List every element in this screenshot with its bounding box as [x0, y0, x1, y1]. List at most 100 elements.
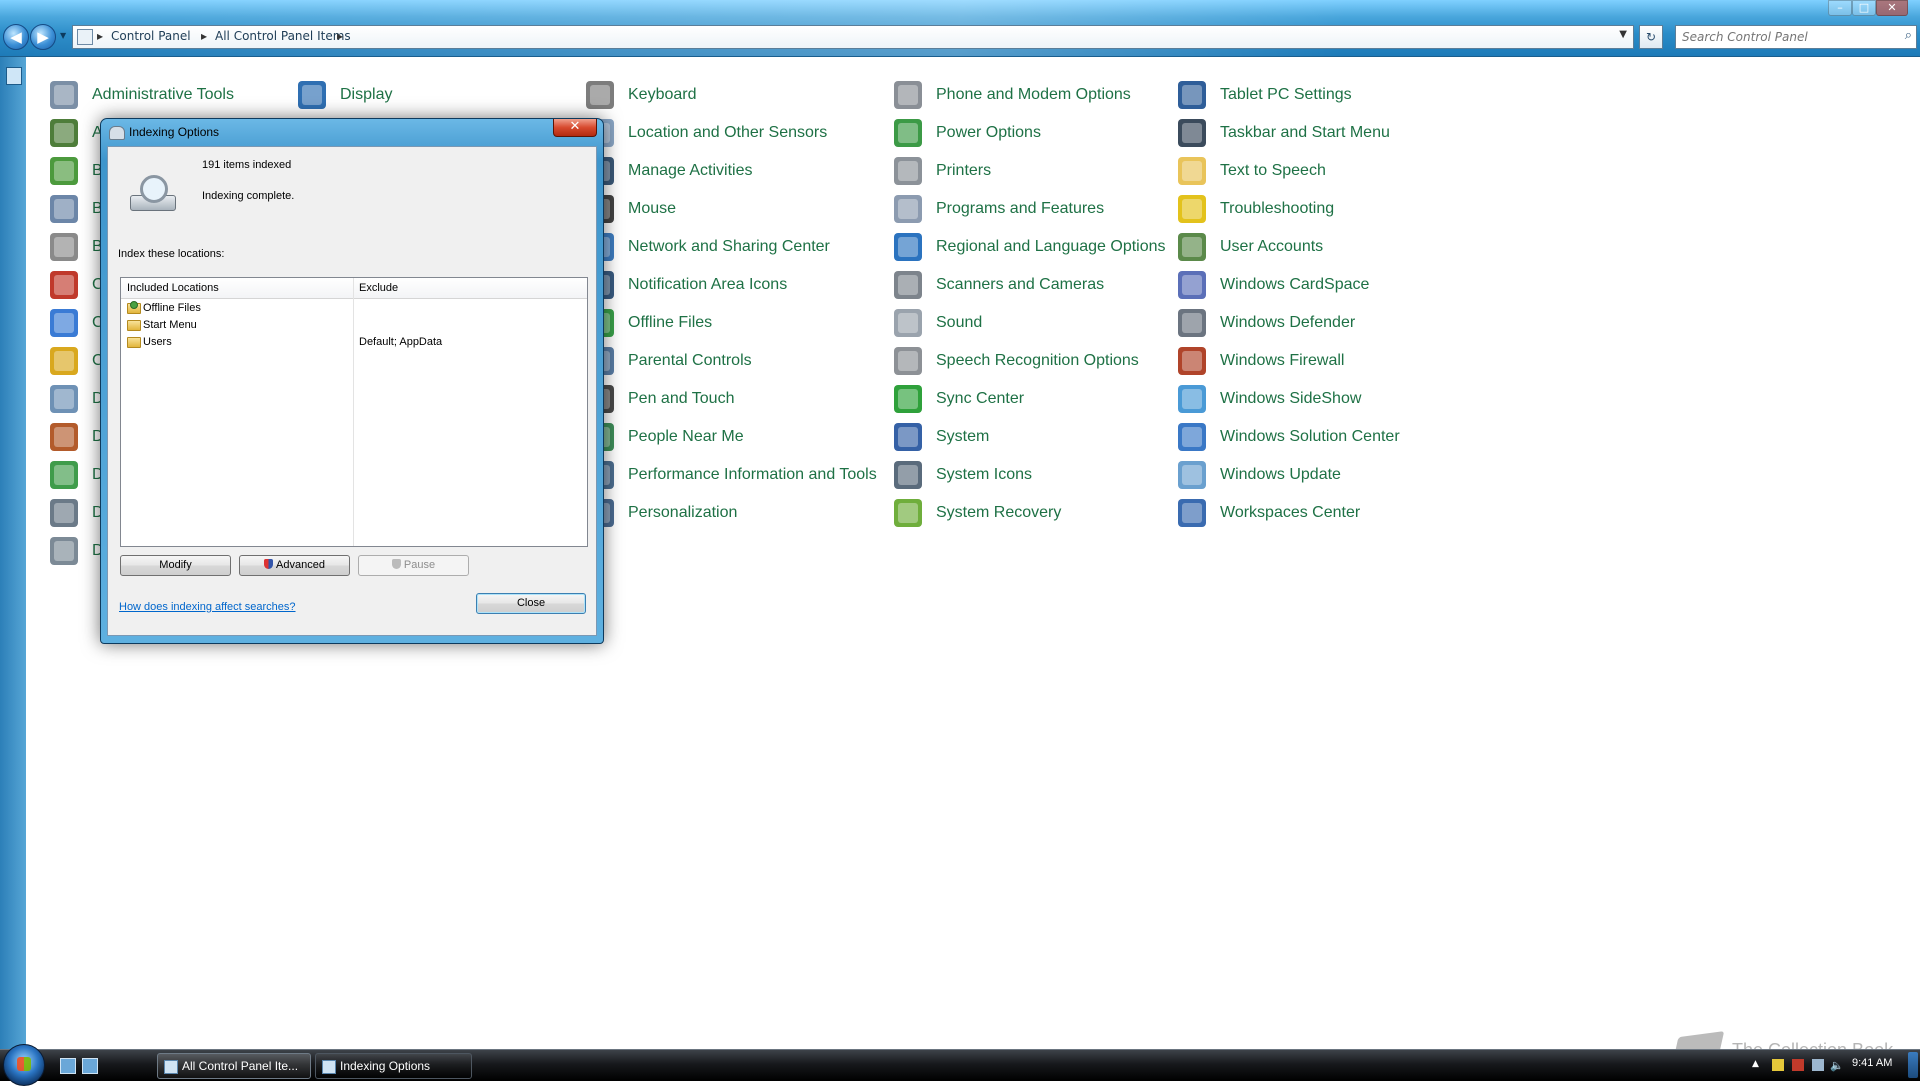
control-panel-item-label: System — [936, 428, 990, 445]
control-panel-item[interactable]: Taskbar and Start Menu — [1178, 118, 1390, 148]
breadcrumb-separator-icon[interactable]: ▸ — [97, 29, 103, 43]
forward-button[interactable]: ▶ — [30, 24, 56, 50]
control-panel-item[interactable]: D — [50, 422, 104, 452]
control-panel-item[interactable]: Parental Controls — [586, 346, 752, 376]
control-panel-item-label: Windows Update — [1220, 466, 1341, 483]
address-bar[interactable]: ▸ Control Panel ▸ All Control Panel Item… — [72, 25, 1634, 49]
control-panel-item[interactable]: Notification Area Icons — [586, 270, 787, 300]
control-panel-item[interactable]: Performance Information and Tools — [586, 460, 877, 490]
control-panel-item[interactable]: Tablet PC Settings — [1178, 80, 1352, 110]
control-panel-item[interactable]: People Near Me — [586, 422, 744, 452]
breadcrumb-separator-icon[interactable]: ▸ — [201, 29, 207, 43]
back-button[interactable]: ◀ — [3, 24, 29, 50]
control-panel-item[interactable]: Phone and Modem Options — [894, 80, 1131, 110]
control-panel-item[interactable]: Windows Firewall — [1178, 346, 1344, 376]
breadcrumb-separator-icon[interactable]: ▸ — [337, 29, 343, 43]
control-panel-item[interactable]: D — [50, 536, 104, 566]
show-desktop-quicklaunch-icon[interactable] — [60, 1058, 76, 1074]
list-item[interactable]: Offline Files — [121, 300, 587, 317]
minimize-button[interactable]: – — [1828, 0, 1852, 16]
volume-icon[interactable]: 🔈 — [1830, 1059, 1844, 1072]
control-panel-item[interactable]: Sync Center — [894, 384, 1024, 414]
show-desktop-button[interactable] — [1908, 1052, 1918, 1078]
control-panel-item[interactable]: D — [50, 460, 104, 490]
recent-pages-dropdown-icon[interactable]: ▼ — [60, 31, 66, 40]
clock[interactable]: 9:41 AM — [1852, 1057, 1892, 1069]
taskbar-button-indexing-options[interactable]: Indexing Options — [315, 1053, 472, 1079]
control-panel-item[interactable]: User Accounts — [1178, 232, 1323, 262]
control-panel-item[interactable]: Scanners and Cameras — [894, 270, 1104, 300]
breadcrumb-all-items[interactable]: All Control Panel Items — [215, 29, 351, 43]
control-panel-item-label: Tablet PC Settings — [1220, 86, 1352, 103]
control-panel-item[interactable]: Windows CardSpace — [1178, 270, 1369, 300]
control-panel-item[interactable]: B — [50, 156, 103, 186]
control-panel-item[interactable]: D — [50, 384, 104, 414]
control-panel-item[interactable]: Programs and Features — [894, 194, 1104, 224]
control-panel-item[interactable]: B — [50, 232, 103, 262]
control-panel-item[interactable]: Pen and Touch — [586, 384, 734, 414]
control-panel-item[interactable]: Offline Files — [586, 308, 712, 338]
refresh-button[interactable]: ↻ — [1639, 25, 1663, 49]
power-icon[interactable] — [1812, 1059, 1824, 1071]
list-item[interactable]: Users Default; AppData — [121, 334, 587, 351]
windows-firewall-icon — [1178, 347, 1206, 375]
taskbar-button-control-panel[interactable]: All Control Panel Ite... — [157, 1053, 311, 1079]
control-panel-item[interactable]: System Icons — [894, 460, 1032, 490]
modify-button[interactable]: Modify — [120, 555, 231, 576]
control-panel-item[interactable]: A — [50, 118, 103, 148]
dialog-close-button[interactable]: ✕ — [553, 119, 597, 137]
control-panel-item[interactable]: Windows Defender — [1178, 308, 1355, 338]
control-panel-item[interactable]: Text to Speech — [1178, 156, 1326, 186]
control-panel-item[interactable]: Personalization — [586, 498, 737, 528]
control-panel-item[interactable]: B — [50, 194, 103, 224]
system-icon — [894, 423, 922, 451]
control-panel-item[interactable]: C — [50, 346, 104, 376]
address-dropdown-icon[interactable]: ▼ — [1619, 29, 1627, 40]
control-panel-item[interactable]: Location and Other Sensors — [586, 118, 827, 148]
network-icon[interactable] — [1792, 1059, 1804, 1071]
control-panel-item[interactable]: Keyboard — [586, 80, 697, 110]
control-panel-item[interactable]: System — [894, 422, 989, 452]
maximize-button[interactable]: □ — [1852, 0, 1876, 16]
pane-toggle-icon[interactable] — [6, 67, 22, 85]
control-panel-item[interactable]: C — [50, 308, 104, 338]
devices-and-printers-icon — [50, 537, 78, 565]
column-exclude[interactable]: Exclude — [359, 282, 398, 294]
control-panel-item[interactable]: Speech Recognition Options — [894, 346, 1139, 376]
column-included-locations[interactable]: Included Locations — [127, 282, 219, 294]
control-panel-item[interactable]: System Recovery — [894, 498, 1061, 528]
pause-button[interactable]: Pause — [358, 555, 469, 576]
close-window-button[interactable]: ✕ — [1876, 0, 1908, 16]
search-icon[interactable]: ⌕ — [1905, 28, 1912, 43]
control-panel-item[interactable]: Display — [298, 80, 392, 110]
control-panel-item-label: Troubleshooting — [1220, 200, 1335, 217]
control-panel-item[interactable]: Windows Solution Center — [1178, 422, 1400, 452]
list-item[interactable]: Start Menu — [121, 317, 587, 334]
control-panel-item[interactable]: Manage Activities — [586, 156, 753, 186]
locations-list[interactable]: Included Locations Exclude Offline Files… — [120, 277, 588, 547]
indexing-help-link[interactable]: How does indexing affect searches? — [119, 601, 296, 613]
control-panel-item[interactable]: Network and Sharing Center — [586, 232, 830, 262]
control-panel-item-label: User Accounts — [1220, 238, 1324, 255]
switch-windows-quicklaunch-icon[interactable] — [82, 1058, 98, 1074]
close-button[interactable]: Close — [476, 593, 586, 614]
control-panel-item[interactable]: C — [50, 270, 104, 300]
control-panel-item[interactable]: Administrative Tools — [50, 80, 234, 110]
search-box[interactable]: ⌕ — [1675, 25, 1917, 49]
control-panel-item[interactable]: Windows Update — [1178, 460, 1341, 490]
control-panel-item[interactable]: Printers — [894, 156, 991, 186]
control-panel-item[interactable]: Workspaces Center — [1178, 498, 1360, 528]
breadcrumb-control-panel[interactable]: Control Panel — [111, 29, 191, 43]
dialog-title: Indexing Options — [129, 125, 220, 139]
advanced-button[interactable]: Advanced — [239, 555, 350, 576]
control-panel-item[interactable]: Windows SideShow — [1178, 384, 1361, 414]
search-input[interactable] — [1680, 28, 1884, 46]
show-hidden-icons-icon[interactable]: ▲ — [1752, 1059, 1764, 1071]
control-panel-item[interactable]: D — [50, 498, 104, 528]
control-panel-item[interactable]: Regional and Language Options — [894, 232, 1166, 262]
control-panel-item[interactable]: Power Options — [894, 118, 1041, 148]
control-panel-item[interactable]: Troubleshooting — [1178, 194, 1334, 224]
taskbar-button-label: Indexing Options — [340, 1059, 431, 1073]
control-panel-item[interactable]: Sound — [894, 308, 982, 338]
action-center-icon[interactable] — [1772, 1059, 1784, 1071]
